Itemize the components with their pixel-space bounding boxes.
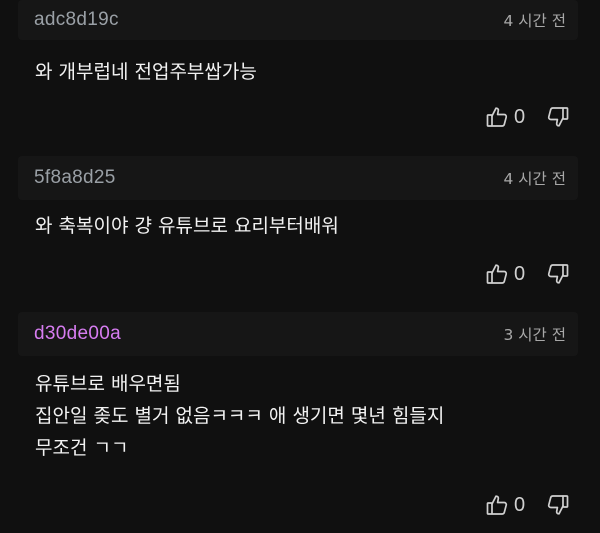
comment-username[interactable]: d30de00a (34, 323, 121, 345)
comment-username[interactable]: adc8d19c (34, 9, 119, 31)
comment-actions: 0 (485, 490, 570, 520)
comment-username[interactable]: 5f8a8d25 (34, 167, 116, 189)
comment-text-line: 무조건 ㄱㄱ (35, 437, 129, 459)
dislike-button[interactable] (546, 262, 570, 286)
comment-timestamp: 4 시간 전 (503, 170, 567, 188)
dislike-button[interactable] (546, 105, 570, 129)
like-button[interactable] (485, 105, 509, 129)
thumbs-up-icon (486, 107, 508, 127)
comment-text-line: 집안일 좆도 별거 없음ㅋㅋㅋ 애 생기면 몇년 힘들지 (35, 405, 445, 427)
comment-timestamp: 3 시간 전 (503, 326, 567, 344)
comment-item: d30de00a 3 시간 전 유튜브로 배우면됨 집안일 좆도 별거 없음ㅋㅋ… (0, 308, 600, 533)
thumbs-up-icon (486, 495, 508, 515)
comment-body: 와 개부럽네 전업주부쌉가능 (35, 56, 575, 88)
comment-actions: 0 (485, 102, 570, 132)
thumbs-down-icon (547, 264, 569, 284)
like-count: 0 (514, 262, 526, 285)
thumbs-down-icon (547, 495, 569, 515)
comment-text-line: 유튜브로 배우면됨 (35, 373, 181, 395)
comment-timestamp: 4 시간 전 (503, 12, 567, 30)
comment-text-line: 와 개부럽네 전업주부쌉가능 (35, 61, 257, 83)
comment-header: d30de00a 3 시간 전 (18, 312, 578, 356)
comment-body: 와 축복이야 걍 유튜브로 요리부터배워 (35, 210, 575, 242)
thumbs-down-icon (547, 107, 569, 127)
comment-header: 5f8a8d25 4 시간 전 (18, 156, 578, 200)
dislike-button[interactable] (546, 493, 570, 517)
comment-text-line: 와 축복이야 걍 유튜브로 요리부터배워 (35, 215, 339, 237)
comment-actions: 0 (485, 259, 570, 289)
comment-header: adc8d19c 4 시간 전 (18, 0, 578, 40)
comment-item: 5f8a8d25 4 시간 전 와 축복이야 걍 유튜브로 요리부터배워 0 (0, 152, 600, 308)
comment-item: adc8d19c 4 시간 전 와 개부럽네 전업주부쌉가능 0 (0, 0, 600, 152)
like-button[interactable] (485, 493, 509, 517)
like-button[interactable] (485, 262, 509, 286)
comment-body: 유튜브로 배우면됨 집안일 좆도 별거 없음ㅋㅋㅋ 애 생기면 몇년 힘들지 무… (35, 368, 575, 464)
like-count: 0 (514, 105, 526, 128)
thumbs-up-icon (486, 264, 508, 284)
like-count: 0 (514, 493, 526, 516)
